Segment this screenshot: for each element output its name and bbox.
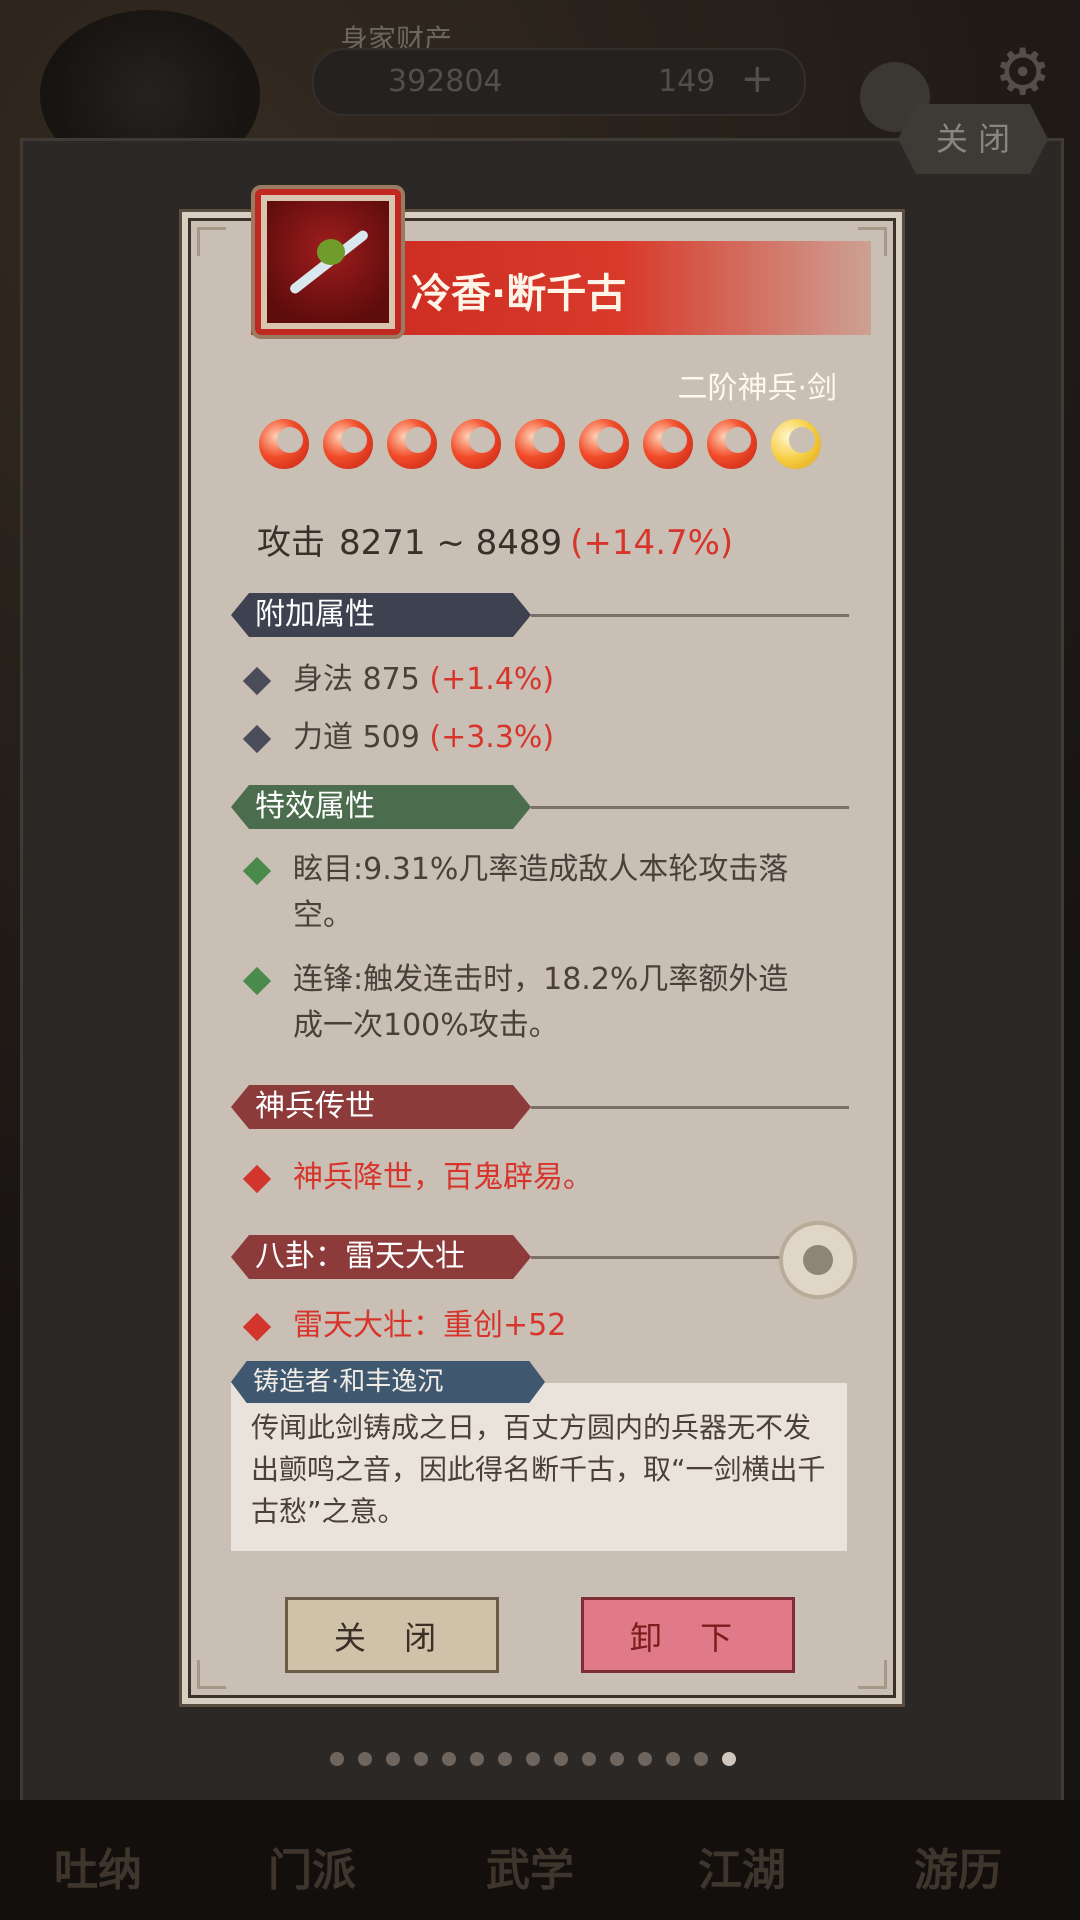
section-special-effects: 特效属性 [231,785,849,831]
red-flame-icon [515,419,565,469]
close-button[interactable]: 关 闭 [285,1597,499,1673]
sword-icon [251,185,405,339]
lore-box: 传闻此剑铸成之日，百丈方圆内的兵器无不发出颤鸣之音，因此得名断千古，取“一剑横出… [231,1383,847,1551]
attr-bonus: (+1.4%) [429,662,555,697]
diamond-icon [242,1312,272,1342]
page-dot[interactable] [554,1752,568,1766]
item-detail-dialog: 冷香·断千古 二阶神兵·剑 攻击 8271 ~ 8489 (+14.7%) 附加属性… [188,185,896,1698]
section-extra-attributes: 附加属性 [231,593,849,639]
page-dot[interactable] [526,1752,540,1766]
red-flame-icon [323,419,373,469]
page-dot[interactable] [442,1752,456,1766]
bagua-icon[interactable] [779,1221,857,1299]
attr-value: 509 [362,720,420,755]
extra-attr-shenfa: 身法 875 (+1.4%) [242,657,555,703]
red-flame-icon [579,419,629,469]
attr-value: 875 [362,662,420,697]
effect-text: 眩目:9.31%几率造成敌人本轮攻击落空。 [293,852,789,933]
attack-stat: 攻击 8271 ~ 8489 (+14.7%) [257,515,733,564]
red-flame-icon [451,419,501,469]
red-flame-icon [707,419,757,469]
section-legend: 神兵传世 [231,1085,849,1131]
effect-text: 雷天大壮：重创+52 [293,1308,567,1343]
attr-name: 身法 [293,662,353,697]
red-flame-icon [259,419,309,469]
page-dot[interactable] [498,1752,512,1766]
page-dot[interactable] [470,1752,484,1766]
red-flame-icon [643,419,693,469]
attack-range: 8271 ~ 8489 [339,523,563,563]
diamond-icon [242,966,272,996]
section-title: 特效属性 [231,785,531,829]
page-dot[interactable] [414,1752,428,1766]
frame-corner [197,1660,226,1689]
section-title: 八卦：雷天大壮 [231,1235,531,1279]
effect-text: 神兵降世，百鬼辟易。 [293,1160,593,1195]
section-title: 神兵传世 [231,1085,531,1129]
effect-text: 连锋:触发连击时，18.2%几率额外造成一次100%攻击。 [293,962,789,1043]
extra-attr-lidao: 力道 509 (+3.3%) [242,715,555,761]
page-dot[interactable] [582,1752,596,1766]
unequip-button[interactable]: 卸 下 [581,1597,795,1673]
frame-corner [858,1660,887,1689]
gold-flame-icon [771,419,821,469]
page-dot[interactable] [330,1752,344,1766]
section-title: 附加属性 [231,593,531,637]
effect-xuanmu: 眩目:9.31%几率造成敌人本轮攻击落空。 [242,847,813,939]
page-dot[interactable] [694,1752,708,1766]
refine-level-flames [259,419,829,475]
attack-bonus: (+14.7%) [570,523,734,563]
section-bagua: 八卦：雷天大壮 [231,1235,849,1281]
diamond-icon [242,1164,272,1194]
section-divider [531,1106,849,1109]
attack-label: 攻击 [257,523,325,563]
page-dot[interactable] [358,1752,372,1766]
page-dot[interactable] [610,1752,624,1766]
legend-effect: 神兵降世，百鬼辟易。 [242,1155,813,1201]
section-divider [531,806,849,809]
forger-tag: 铸造者·和丰逸沉 [231,1361,545,1403]
effect-lianfeng: 连锋:触发连击时，18.2%几率额外造成一次100%攻击。 [242,957,813,1049]
frame-corner [197,227,226,256]
red-flame-icon [387,419,437,469]
item-grade: 二阶神兵·剑 [677,371,837,406]
bagua-effect: 雷天大壮：重创+52 [242,1303,813,1349]
attr-name: 力道 [293,720,353,755]
page-indicator [330,1752,750,1772]
item-name: 冷香·断千古 [411,271,627,317]
diamond-icon [242,724,272,754]
page-dot[interactable] [638,1752,652,1766]
diamond-icon [242,666,272,696]
lore-text: 传闻此剑铸成之日，百丈方圆内的兵器无不发出颤鸣之音，因此得名断千古，取“一剑横出… [251,1411,826,1528]
attr-bonus: (+3.3%) [429,720,555,755]
item-icon-background [267,201,389,323]
page-dot[interactable] [722,1752,736,1766]
sword-hilt [317,239,345,265]
page-dot[interactable] [386,1752,400,1766]
page-dot[interactable] [666,1752,680,1766]
diamond-icon [242,856,272,886]
section-divider [531,614,849,617]
